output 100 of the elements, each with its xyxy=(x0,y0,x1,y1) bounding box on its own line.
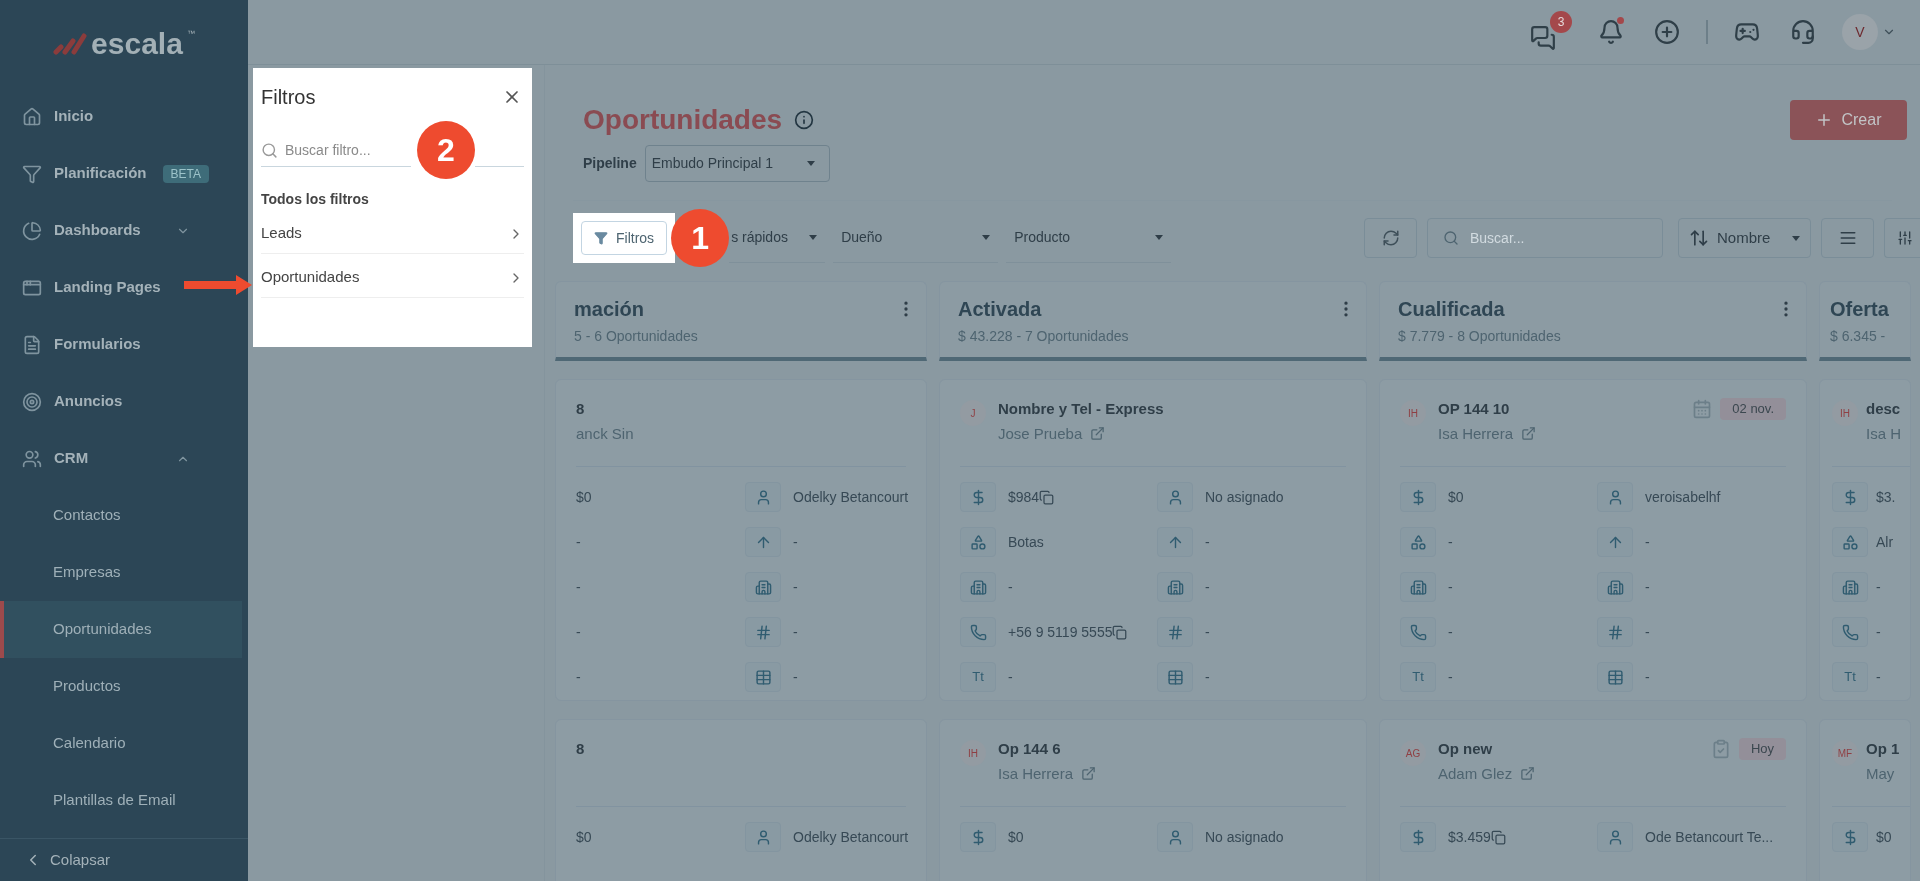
sidebar-subitem[interactable]: Productos xyxy=(0,658,242,715)
opportunity-card[interactable]: IH Op 144 6 Isa Herrera $0 No asignado xyxy=(939,719,1367,881)
funnel-icon xyxy=(594,231,608,245)
stage-title: mación xyxy=(574,297,645,322)
field-value: - xyxy=(1448,532,1453,552)
sidebar-item[interactable]: CRM xyxy=(0,430,248,487)
sidebar-item[interactable]: Dashboards xyxy=(0,202,248,259)
pointer-arrow xyxy=(184,274,252,296)
pipeline-label: Pipeline xyxy=(583,154,637,173)
pipeline-select[interactable]: Embudo Principal 1 xyxy=(644,145,830,182)
filter-search-field[interactable]: Buscar filtro... xyxy=(261,133,411,167)
field-value: Odelky Betancourt xyxy=(793,827,909,847)
sidebar-subitem[interactable]: Calendario xyxy=(0,715,242,772)
sort-arrows-icon xyxy=(1689,228,1709,248)
sidebar-item[interactable]: Anuncios xyxy=(0,373,248,430)
search-icon xyxy=(261,142,278,159)
opportunity-card[interactable]: 8 $0 Odelky Betancourt xyxy=(555,719,927,881)
avatar-initials: IH xyxy=(960,740,986,766)
stage-summary: 5 - 6 Oportunidades xyxy=(574,327,699,346)
avatar-initials: J xyxy=(960,400,986,426)
copy-icon[interactable] xyxy=(1112,624,1128,640)
filters-button[interactable]: Filtros xyxy=(581,221,668,255)
opportunity-card[interactable]: MF Op 1 May $0 xyxy=(1819,719,1911,881)
card-title: OP 144 10 xyxy=(1438,399,1511,419)
bell-icon xyxy=(1598,19,1624,45)
sidebar-item[interactable]: Inicio xyxy=(0,88,248,145)
text-type-icon: Tt xyxy=(1832,662,1868,692)
sidebar-item[interactable]: Planificación BETA xyxy=(0,145,248,202)
filter-category[interactable]: Leads xyxy=(261,214,524,254)
text-type-icon: Tt xyxy=(960,662,996,692)
user-avatar[interactable]: V xyxy=(1842,14,1878,50)
beta-badge: BETA xyxy=(162,164,209,183)
sidebar-subitem[interactable]: Plantillas de Email xyxy=(0,772,242,829)
avatar-initials: MF xyxy=(1832,740,1858,766)
stage-summary: $ 6.345 - xyxy=(1830,327,1887,346)
external-link-icon[interactable] xyxy=(1521,426,1537,442)
caret-down-icon xyxy=(806,161,815,166)
chat-bubbles-icon xyxy=(1530,25,1556,51)
shapes-icon xyxy=(969,533,987,551)
form-icon xyxy=(22,334,42,355)
sidebar-item[interactable]: Formularios xyxy=(0,316,248,373)
external-link-icon[interactable] xyxy=(1081,766,1097,782)
opportunity-card[interactable]: AG Op new Adam Glez Hoy $3.459 Ode Betancourt Te... xyxy=(1379,719,1807,881)
due-date-badge: Hoy xyxy=(1738,738,1786,760)
field-value: Ode Betancourt Te... xyxy=(1645,827,1774,847)
field-value: veroisabelhf xyxy=(1645,487,1721,507)
users-icon xyxy=(22,448,42,469)
sidebar-item[interactable]: Landing Pages xyxy=(0,259,248,316)
stage-title: Cualificada xyxy=(1398,297,1505,322)
field-value: - xyxy=(1645,532,1650,552)
external-link-icon[interactable] xyxy=(1520,766,1536,782)
copy-icon[interactable] xyxy=(1039,489,1055,505)
step-marker: 2 xyxy=(417,121,475,179)
opportunity-card[interactable]: IH OP 144 10 Isa Herrera 02 nov. $0 veroisabelhf - - - - - - Tt - - xyxy=(1379,379,1807,701)
field-value: - xyxy=(793,667,798,687)
logo-text: escala xyxy=(91,29,183,59)
opportunity-card[interactable]: J Nombre y Tel - Express Jose Prueba $984 No asignado Botas - - - +56 9 5119 5555 - Tt - - xyxy=(939,379,1367,701)
refresh-icon xyxy=(1381,229,1400,247)
filter-dropdown[interactable]: Producto xyxy=(1006,213,1172,263)
contact-name: Jose Prueba xyxy=(998,423,1083,444)
refresh-button[interactable] xyxy=(1364,218,1417,258)
field-value: $0 xyxy=(1876,827,1892,847)
info-icon[interactable] xyxy=(794,110,815,130)
copy-icon[interactable] xyxy=(1490,829,1506,845)
field-value: $0 xyxy=(1008,827,1024,847)
settings-button[interactable] xyxy=(1884,218,1920,258)
field-value: - xyxy=(1205,622,1210,642)
shapes-icon xyxy=(1409,533,1427,551)
card-title: Op 144 6 xyxy=(998,739,1062,759)
table-icon xyxy=(754,668,772,686)
search-field[interactable]: Buscar... xyxy=(1427,218,1663,258)
field-value: - xyxy=(1645,622,1650,642)
filter-category[interactable]: Oportunidades xyxy=(261,258,524,298)
field-value: No asignado xyxy=(1205,827,1284,847)
card-title: Op 1 xyxy=(1866,739,1900,759)
create-button[interactable]: Crear xyxy=(1790,100,1907,140)
opportunity-card[interactable]: IH desc Isa H $3. Alr - - Tt - xyxy=(1819,379,1911,701)
page-title: Oportunidades xyxy=(583,103,783,137)
building-icon xyxy=(754,578,772,596)
caret-down-icon xyxy=(982,235,991,240)
sidebar-subitem[interactable]: Oportunidades xyxy=(0,601,242,658)
field-value: - xyxy=(1876,577,1881,597)
sidebar-subitem[interactable]: Empresas xyxy=(0,544,242,601)
collapse-button[interactable]: Colapsar xyxy=(0,838,248,881)
card-title: 8 xyxy=(576,399,586,419)
filter-dropdown[interactable]: Dueño xyxy=(833,213,999,263)
sidebar-subitem[interactable]: Contactos xyxy=(0,487,242,544)
external-link-icon[interactable] xyxy=(1090,426,1106,442)
avatar-initials: IH xyxy=(1400,400,1426,426)
field-value: - xyxy=(1008,667,1013,687)
sort-button[interactable]: Nombre xyxy=(1678,218,1811,258)
contact-name: Adam Glez xyxy=(1438,763,1513,784)
building-icon xyxy=(1606,578,1624,596)
opportunity-card[interactable]: 8 anck Sin $0 Odelky Betancourt - - - - - - - - xyxy=(555,379,927,701)
stage-title: Oferta xyxy=(1830,297,1889,322)
chat-button[interactable]: 3 xyxy=(1526,11,1572,53)
field-value: - xyxy=(1448,622,1453,642)
field-value: - xyxy=(1645,667,1650,687)
filter-dropdown[interactable]: s rápidos xyxy=(729,213,826,263)
list-view-button[interactable] xyxy=(1821,218,1874,258)
